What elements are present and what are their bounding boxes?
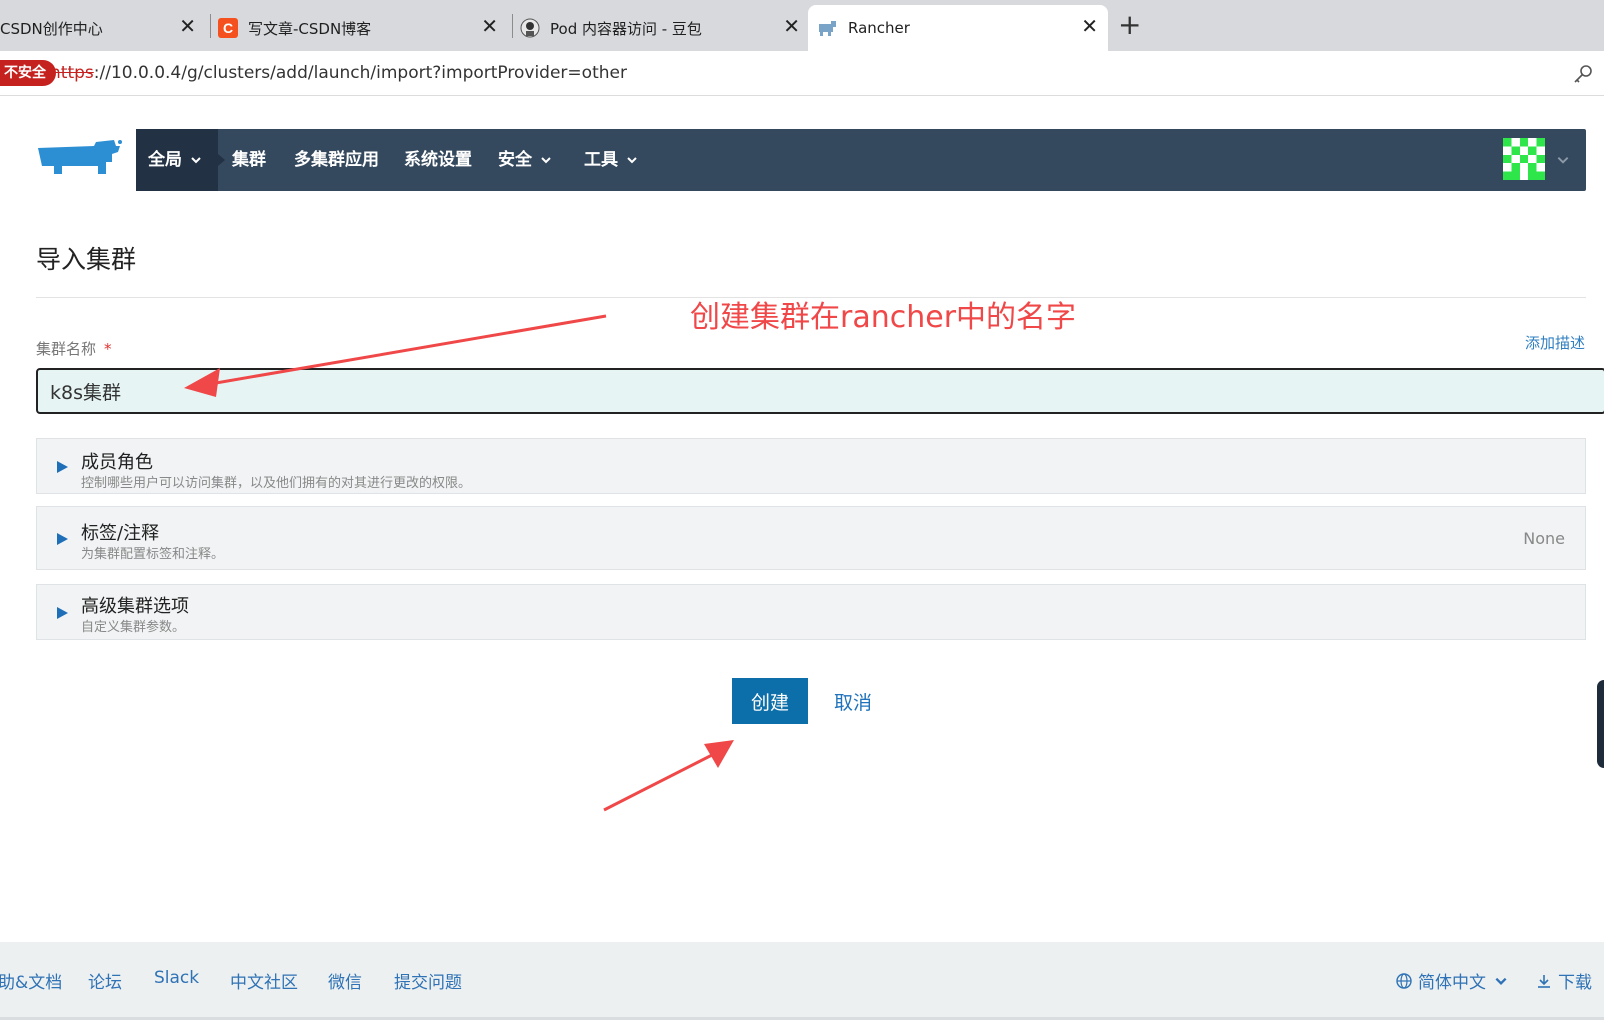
nav-label: 全局 [148,150,182,170]
chevron-down-icon [1495,977,1507,985]
create-button[interactable]: 创建 [732,678,808,724]
add-description-link[interactable]: 添加描述 [1525,332,1585,353]
language-label: 简体中文 [1418,973,1486,993]
tab-separator [512,14,513,38]
browser-tab-strip: CSDN创作中心 ✕ C 写文章-CSDN博客 ✕ Pod 内容器访问 - 豆包… [0,0,1604,51]
accordion-labels-annotations[interactable]: 标签/注释 为集群配置标签和注释。 None [36,506,1586,570]
plus-icon[interactable]: + [1118,11,1141,39]
user-avatar[interactable] [1503,138,1545,180]
expand-triangle-icon[interactable] [57,607,68,619]
label-text: 集群名称 [36,340,97,358]
page-footer: 助&文档 论坛 Slack 中文社区 微信 提交问题 简体中文 下载 [0,942,1604,1020]
chevron-down-icon [191,157,201,164]
key-icon[interactable] [1572,63,1594,85]
close-tab-icon[interactable]: ✕ [783,16,800,36]
close-tab-icon[interactable]: ✕ [179,16,196,36]
chevron-down-icon[interactable] [1556,153,1570,167]
download-label: 下载 [1558,973,1592,993]
nav-item-tools[interactable]: 工具 [584,129,638,191]
labels-count: None [1523,529,1565,548]
nav-label: 安全 [498,150,532,170]
url-text[interactable]: https://10.0.0.4/g/clusters/add/launch/i… [50,63,627,83]
close-tab-icon[interactable]: ✕ [1081,16,1098,36]
required-mark: * [104,340,112,358]
nav-label: 系统设置 [404,150,472,170]
nav-item-clusters[interactable]: 集群 [232,129,266,191]
footer-link-issues[interactable]: 提交问题 [394,968,462,993]
accordion-subtitle: 自定义集群参数。 [81,620,186,635]
tab-doubao[interactable]: Pod 内容器访问 - 豆包 ✕ [520,5,810,51]
main-nav: 全局 集群 多集群应用 系统设置 安全 工具 [136,129,1586,191]
tab-title: 写文章-CSDN博客 [248,19,372,38]
footer-link-docs[interactable]: 助&文档 [0,968,62,993]
chevron-down-icon [627,157,637,164]
accordion-subtitle: 控制哪些用户可以访问集群，以及他们拥有的对其进行更改的权限。 [81,476,472,491]
security-badge[interactable]: 不安全 [0,60,56,86]
nav-label: 工具 [584,150,618,170]
close-tab-icon[interactable]: ✕ [481,16,498,36]
accordion-title: 成员角色 [81,452,153,473]
tab-title: Pod 内容器访问 - 豆包 [550,19,702,38]
rancher-icon [819,21,836,36]
accordion-advanced-options[interactable]: 高级集群选项 自定义集群参数。 [36,584,1586,640]
url-protocol: https [50,63,94,83]
page-title: 导入集群 [36,245,137,274]
tab-rancher[interactable]: Rancher ✕ [808,5,1108,51]
footer-link-slack[interactable]: Slack [154,968,199,988]
address-bar[interactable]: 不安全 https://10.0.0.4/g/clusters/add/laun… [0,51,1604,96]
accordion-title: 标签/注释 [81,523,160,544]
annotation-arrow-to-create [603,740,734,812]
language-selector[interactable]: 简体中文 [1396,968,1508,993]
annotation-text: 创建集群在rancher中的名字 [690,300,1077,335]
nav-item-global[interactable]: 全局 [148,129,202,191]
nav-label: 多集群应用 [294,150,379,170]
svg-text:C: C [223,20,233,36]
nav-item-multi-cluster-apps[interactable]: 多集群应用 [294,129,379,191]
tab-csdn-creator[interactable]: CSDN创作中心 ✕ [0,5,206,51]
nav-label: 集群 [232,150,266,170]
tab-csdn-write[interactable]: C 写文章-CSDN博客 ✕ [218,5,508,51]
cluster-name-label: 集群名称 * [36,338,112,359]
footer-link-community[interactable]: 中文社区 [230,968,298,993]
csdn-c-icon: C [218,18,238,38]
download-link[interactable]: 下载 [1536,968,1592,993]
tab-title: CSDN创作中心 [0,19,103,38]
chevron-down-icon [541,157,551,164]
tab-separator [210,14,211,38]
url-path: ://10.0.0.4/g/clusters/add/launch/import… [93,63,627,83]
expand-triangle-icon[interactable] [57,461,68,473]
tab-title: Rancher [848,19,910,37]
expand-triangle-icon[interactable] [57,533,68,545]
globe-icon [1396,972,1412,989]
nav-item-security[interactable]: 安全 [498,129,552,191]
doubao-icon [520,18,540,38]
rancher-logo[interactable] [36,138,122,180]
download-icon [1538,974,1550,988]
side-panel-edge[interactable] [1597,680,1604,768]
footer-link-forum[interactable]: 论坛 [88,968,122,993]
accordion-title: 高级集群选项 [81,596,189,617]
nav-item-settings[interactable]: 系统设置 [404,129,472,191]
cancel-button[interactable]: 取消 [834,688,872,715]
footer-link-wechat[interactable]: 微信 [328,968,362,993]
accordion-member-roles[interactable]: 成员角色 控制哪些用户可以访问集群，以及他们拥有的对其进行更改的权限。 [36,438,1586,494]
cluster-name-input[interactable] [36,368,1604,414]
accordion-subtitle: 为集群配置标签和注释。 [81,547,225,562]
breadcrumb-arrow-icon [218,154,225,166]
